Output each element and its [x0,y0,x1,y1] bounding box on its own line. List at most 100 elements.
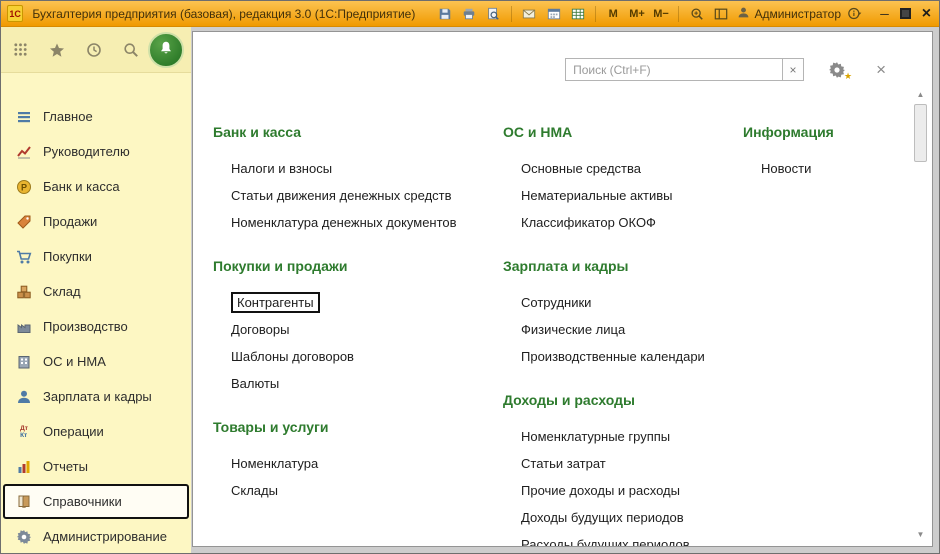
panel-link[interactable]: Номенклатура денежных документов [231,209,457,236]
sidebar-item-label: Склад [43,284,81,299]
close-panel-icon[interactable]: × [876,60,886,80]
panel-column: Банк и касса Налоги и взносы Статьи движ… [213,124,503,546]
panel-link[interactable]: Физические лица [521,316,625,343]
apps-grid-icon[interactable] [13,42,28,57]
factory-icon [15,319,33,335]
scrollbar-thumb[interactable] [914,104,927,162]
titlebar: 1С Бухгалтерия предприятия (базовая), ре… [1,1,939,27]
book-icon [15,494,33,510]
panel-link[interactable]: Налоги и взносы [231,155,332,182]
person-icon [15,389,33,405]
panel-link[interactable]: Производственные календари [521,343,705,370]
group-title: Товары и услуги [213,419,329,435]
person-icon [737,6,750,22]
panel-link[interactable]: Статьи затрат [521,450,606,477]
panel-link[interactable]: Прочие доходы и расходы [521,477,680,504]
scroll-down-icon[interactable]: ▼ [913,528,928,542]
sidebar-item-bank-i-kassa[interactable]: Р Банк и касса [1,169,191,204]
notifications-button[interactable] [148,32,184,68]
m-minus-button[interactable]: М− [651,8,670,20]
mail-icon[interactable] [520,4,539,24]
calendar-icon[interactable] [544,4,563,24]
panel-column: ОС и НМА Основные средства Нематериальны… [503,124,743,546]
history-icon[interactable] [86,42,102,58]
sidebar-item-label: Справочники [43,494,122,509]
sidebar-item-label: Администрирование [43,529,167,544]
m-plus-button[interactable]: М+ [627,8,646,20]
sidebar-item-os-i-nma[interactable]: ОС и НМА [1,344,191,379]
panel-link[interactable]: Расходы будущих периодов [521,531,690,546]
group-title: ОС и НМА [503,124,573,140]
sidebar-item-otchety[interactable]: Отчеты [1,449,191,484]
window-controls: ─ × [880,5,931,23]
table-icon[interactable] [568,4,587,24]
boxes-icon [15,284,33,300]
maximize-button[interactable] [899,8,911,19]
favorites-star-icon[interactable] [49,42,65,58]
1c-logo-icon[interactable]: 1С [7,5,24,22]
panel-link[interactable]: Номенклатурные группы [521,423,670,450]
search-input[interactable] [565,58,784,81]
group-title: Информация [743,124,834,140]
settings-gear-icon[interactable]: ★ [828,61,852,81]
user-button[interactable]: Администратор [737,6,841,22]
search-clear-icon[interactable]: × [783,58,805,81]
panel-link[interactable]: Классификатор ОКОФ [521,209,656,236]
panel-link[interactable]: Сотрудники [521,289,591,316]
sidebar-item-label: Руководителю [43,144,130,159]
link-kontragenty[interactable]: Контрагенты [231,289,320,316]
panel-link[interactable]: Договоры [231,316,289,343]
sidebar-item-proizvodstvo[interactable]: Производство [1,309,191,344]
link-group: Зарплата и кадры Сотрудники Физические л… [503,258,743,370]
panel-link[interactable]: Номенклатура [231,450,318,477]
sidebar-item-operatsii[interactable]: Дт Кт Операции [1,414,191,449]
panel-link[interactable]: Нематериальные активы [521,182,673,209]
sidebar-item-label: Покупки [43,249,92,264]
close-button[interactable]: × [922,5,931,23]
sidebar-item-prodazhi[interactable]: Продажи [1,204,191,239]
sidebar-item-administrirovanie[interactable]: Администрирование [1,519,191,554]
search-box: × [565,58,805,81]
panel-link[interactable]: Основные средства [521,155,641,182]
app-window: 1С Бухгалтерия предприятия (базовая), ре… [0,0,940,554]
panel-link[interactable]: Доходы будущих периодов [521,504,684,531]
sidebar-item-pokupki[interactable]: Покупки [1,239,191,274]
debit-credit-icon: Дт Кт [20,424,28,439]
panel-link[interactable]: Статьи движения денежных средств [231,182,452,209]
panels-icon[interactable] [711,4,730,24]
sidebar-item-sklad[interactable]: Склад [1,274,191,309]
scroll-up-icon[interactable]: ▲ [913,88,928,102]
zoom-in-icon[interactable] [687,4,706,24]
coin-icon: Р [15,179,33,195]
panel-link[interactable]: Новости [761,155,811,182]
sidebar-item-label: Главное [43,109,93,124]
panel-column: Информация Новости [743,124,898,546]
sidebar-item-zarplata-i-kadry[interactable]: Зарплата и кадры [1,379,191,414]
sidebar-item-label: ОС и НМА [43,354,106,369]
star-icon: ★ [843,70,853,81]
panel-link[interactable]: Шаблоны договоров [231,343,354,370]
sidebar-nav: Главное Руководителю Р Банк и касса Прод… [1,99,191,554]
link-group: Банк и касса Налоги и взносы Статьи движ… [213,124,503,236]
sidebar-item-glavnoe[interactable]: Главное [1,99,191,134]
cart-icon [15,249,33,265]
group-title: Зарплата и кадры [503,258,629,274]
sidebar-item-label: Отчеты [43,459,88,474]
vertical-scrollbar[interactable]: ▲ ▼ [913,88,928,542]
m-button[interactable]: М [604,8,622,20]
bar-chart-icon [15,459,33,475]
panel-link[interactable]: Склады [231,477,278,504]
sidebar-item-label: Зарплата и кадры [43,389,152,404]
save-icon[interactable] [435,4,454,24]
titlebar-separator [595,5,597,22]
sidebar-item-rukovoditelyu[interactable]: Руководителю [1,134,191,169]
service-info-icon[interactable] [846,4,865,24]
panel-link[interactable]: Валюты [231,370,279,397]
print-icon[interactable] [460,4,479,24]
link-group: Доходы и расходы Номенклатурные группы С… [503,392,743,546]
print-preview-icon[interactable] [484,4,503,24]
sidebar-item-spravochniki[interactable]: Справочники [3,484,189,519]
minimize-button[interactable]: ─ [880,7,889,21]
search-icon[interactable] [123,42,139,58]
svg-text:Р: Р [21,182,27,192]
